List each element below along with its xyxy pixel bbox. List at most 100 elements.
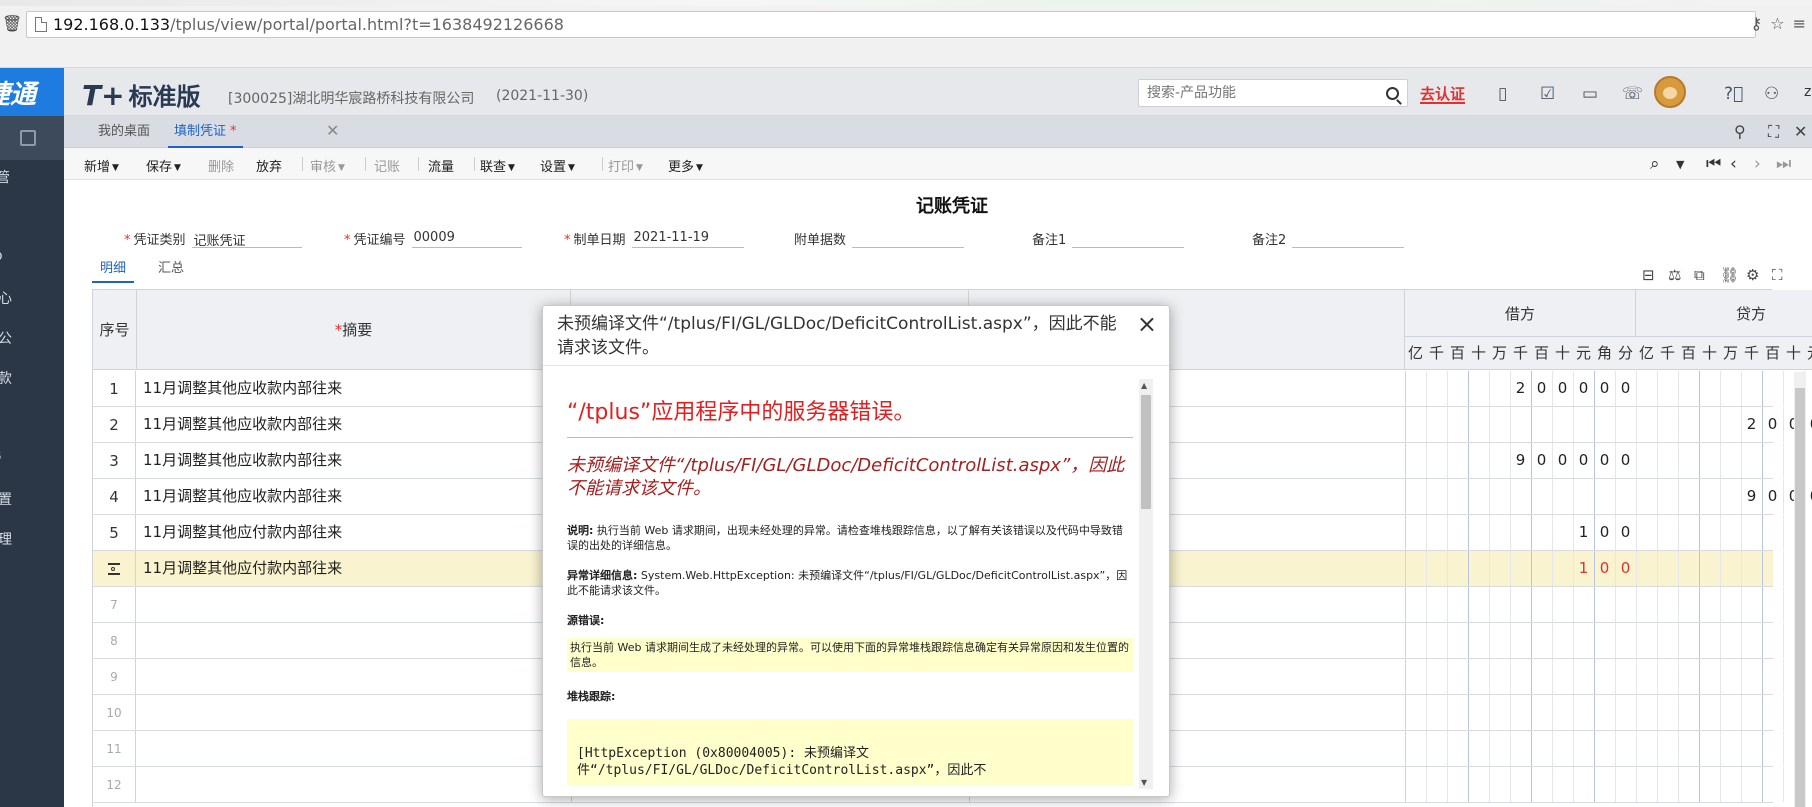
calculator-icon[interactable]: ▯ (1498, 84, 1507, 104)
address-bar[interactable]: 192.168.0.133/tplus/view/portal/portal.h… (26, 11, 1756, 38)
attachments-field[interactable]: 附单据数 (794, 229, 965, 248)
trash-icon[interactable]: 🗑 (2, 14, 22, 33)
tab-voucher-entry[interactable]: 填制凭证 * (168, 116, 243, 148)
more-button[interactable]: 更多 ▼ (668, 156, 703, 175)
copy-row-icon[interactable]: ⧉ (1694, 266, 1705, 284)
debit-digit: 9 (1515, 451, 1526, 469)
bookmark-star-icon[interactable]: ☆ (1770, 14, 1784, 33)
debit-digit: 0 (1620, 451, 1631, 469)
first-page-icon[interactable]: ⏮ (1706, 154, 1721, 174)
note2-value[interactable] (1292, 230, 1405, 248)
scroll-down-icon[interactable]: ▼ (1141, 778, 1147, 787)
exception-details: 异常详细信息: System.Web.HttpException: 未预编译文件… (567, 569, 1128, 597)
row-summary[interactable]: 11月调整其他应付款内部往来 (143, 551, 342, 586)
maximize-icon[interactable]: ⛶ (1768, 122, 1779, 142)
note1-value[interactable] (1072, 230, 1185, 248)
last-page-icon[interactable]: ⏭ (1776, 154, 1791, 174)
subtab-detail[interactable]: 明细 (92, 257, 135, 283)
cash-flow-button[interactable]: 流量 (428, 156, 454, 175)
voucher-date-field[interactable]: * 制单日期 2021-11-19 (564, 229, 744, 248)
close-all-icon[interactable]: ✕ (1794, 122, 1807, 141)
close-icon[interactable]: ✕ (326, 121, 339, 140)
digit-divider (1489, 587, 1490, 622)
settings-button[interactable]: 设置 ▼ (540, 156, 575, 175)
post-button[interactable]: 记账 (374, 156, 400, 175)
company-name: [300025]湖北明华宸路桥科技有限公司 (228, 91, 475, 107)
discard-button[interactable]: 放弃 (256, 156, 282, 175)
rail-item-3[interactable]: 心 (0, 288, 62, 308)
subtab-summary[interactable]: 汇总 (158, 257, 184, 276)
digit-divider (1678, 623, 1679, 658)
rail-item-4[interactable]: 公 (0, 328, 62, 348)
digit-divider (1552, 407, 1553, 442)
row-summary[interactable]: 11月调整其他应收款内部往来 (143, 407, 342, 442)
digit-divider (1720, 623, 1721, 658)
voucher-type-field[interactable]: * 凭证类别 记账凭证 (124, 229, 302, 249)
row-summary[interactable]: 11月调整其他应收款内部往来 (143, 479, 342, 514)
digit-divider (1510, 479, 1511, 514)
search-icon[interactable]: ⚲ (1734, 122, 1746, 141)
dialog-scrollbar[interactable]: ▲ ▼ (1139, 379, 1153, 789)
row-summary[interactable]: 11月调整其他应付款内部往来 (143, 515, 342, 550)
prev-page-icon[interactable]: ‹ (1730, 154, 1737, 174)
user-name[interactable]: zy (1804, 84, 1812, 100)
search-icon[interactable] (1386, 86, 1399, 100)
scrollbar-thumb[interactable] (1795, 388, 1805, 807)
search-box[interactable] (1138, 79, 1408, 107)
fullscreen-icon[interactable]: ⛶ (1772, 266, 1783, 284)
delete-button[interactable]: 删除 (208, 156, 234, 175)
find-voucher-icon[interactable]: ⌕ (1650, 154, 1660, 174)
insert-row-icon[interactable]: ⊟ (1642, 266, 1655, 284)
print-button[interactable]: 打印 ▼ (608, 156, 643, 175)
grid-scrollbar[interactable] (1794, 372, 1806, 807)
checklist-icon[interactable]: ☑ (1540, 84, 1555, 104)
attachments-value[interactable] (852, 230, 965, 248)
menu-icon[interactable]: ≡ (1793, 14, 1806, 33)
digit-divider (1741, 623, 1742, 658)
add-button[interactable]: 新增 ▼ (84, 156, 119, 175)
rail-item-1[interactable]: 管 (0, 167, 60, 187)
note1-field[interactable]: 备注1 (1032, 229, 1185, 248)
linked-query-button[interactable]: 联查 ▼ (480, 156, 515, 175)
message-icon[interactable]: ▭ (1582, 84, 1598, 104)
next-page-icon[interactable]: › (1754, 154, 1761, 174)
rail-edit-button[interactable] (0, 116, 64, 160)
column-settings-icon[interactable]: ⚙ (1746, 266, 1759, 284)
rail-item-9[interactable]: 理 (0, 529, 62, 549)
save-button[interactable]: 保存 ▼ (146, 156, 181, 175)
note2-field[interactable]: 备注2 (1252, 229, 1405, 248)
digit-divider (1741, 515, 1742, 550)
help-icon[interactable]: ?⃝ (1724, 84, 1743, 104)
tab-desktop[interactable]: 我的桌面 (98, 116, 150, 148)
row-summary[interactable]: 11月调整其他应收款内部往来 (143, 443, 342, 478)
chevron-down-icon[interactable]: ▼ (1676, 158, 1684, 171)
balance-icon[interactable]: ⚖ (1668, 266, 1681, 284)
search-input[interactable] (1147, 85, 1386, 101)
row-seq: 11 (93, 731, 136, 766)
user-icon[interactable]: ⚇ (1764, 84, 1779, 104)
scroll-up-icon[interactable]: ▲ (1141, 381, 1147, 390)
voucher-number-value[interactable]: 00009 (411, 230, 522, 248)
chevron-down-icon: ▼ (338, 163, 345, 173)
voucher-type-value[interactable]: 记账凭证 (191, 230, 302, 249)
link-icon[interactable]: ⛓ (1720, 266, 1739, 284)
rail-item-7[interactable]: B (0, 448, 56, 464)
voucher-number-field[interactable]: * 凭证编号 00009 (344, 229, 522, 248)
digit-divider (1720, 767, 1721, 802)
digit-divider (1447, 623, 1448, 658)
rail-item-8[interactable]: 置 (0, 489, 62, 509)
rail-item-6[interactable]: g (0, 408, 56, 424)
rail-item-2[interactable]: o (0, 248, 58, 264)
debit-unit-header: 亿 (1407, 344, 1423, 362)
voucher-date-value[interactable]: 2021-11-19 (631, 230, 744, 248)
rail-item-5[interactable]: 款 (0, 368, 62, 388)
mascot-avatar-icon[interactable] (1654, 76, 1686, 108)
phone-icon[interactable]: ☏ (1622, 84, 1643, 104)
close-icon[interactable]: × (1137, 310, 1157, 338)
row-summary[interactable]: 11月调整其他应收款内部往来 (143, 371, 342, 406)
scrollbar-thumb[interactable] (1141, 395, 1151, 509)
certify-link[interactable]: 去认证 (1420, 86, 1466, 104)
digit-divider (1573, 695, 1574, 730)
audit-button[interactable]: 审核 ▼ (310, 156, 345, 175)
key-icon[interactable]: ⚷ (1751, 14, 1763, 33)
